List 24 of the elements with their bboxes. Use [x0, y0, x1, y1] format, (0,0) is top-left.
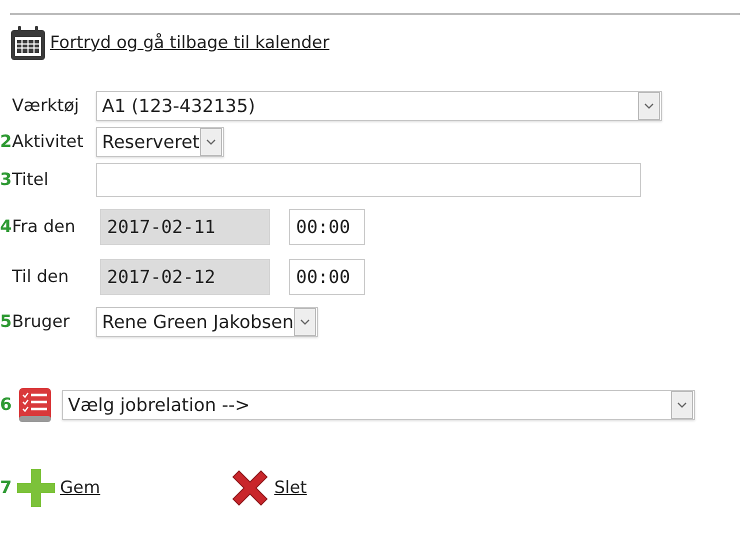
action-link[interactable]: Gem: [60, 478, 100, 498]
step-number: 4: [0, 218, 12, 236]
back-to-calendar-link[interactable]: Fortryd og gå tilbage til kalender: [50, 33, 330, 53]
step-number: 6: [0, 396, 12, 414]
plus-icon: [16, 468, 56, 508]
step-number: 2: [0, 134, 12, 150]
action-link[interactable]: Slet: [274, 478, 307, 498]
step-number: 3: [0, 172, 12, 188]
dropdown[interactable]: A1 (123-432135): [96, 91, 662, 121]
calendar-icon: [10, 25, 46, 61]
checklist-icon: [18, 387, 52, 423]
title-input-field[interactable]: [96, 163, 641, 197]
field-label: Aktivitet: [12, 132, 84, 152]
step-number: 7: [0, 480, 12, 496]
dropdown[interactable]: Reserveret: [96, 127, 224, 157]
job-relation-dropdown[interactable]: Vælg jobrelation -->: [62, 390, 695, 420]
field-label: Titel: [12, 170, 50, 190]
field-label: Værktøj: [12, 96, 80, 116]
cross-icon: [230, 468, 270, 508]
field-label: Fra den: [12, 217, 76, 237]
field-label: Til den: [12, 267, 70, 287]
field-label: Bruger: [12, 312, 71, 332]
step-number: 5: [0, 314, 12, 330]
dropdown[interactable]: Rene Green Jakobsen: [96, 307, 318, 337]
